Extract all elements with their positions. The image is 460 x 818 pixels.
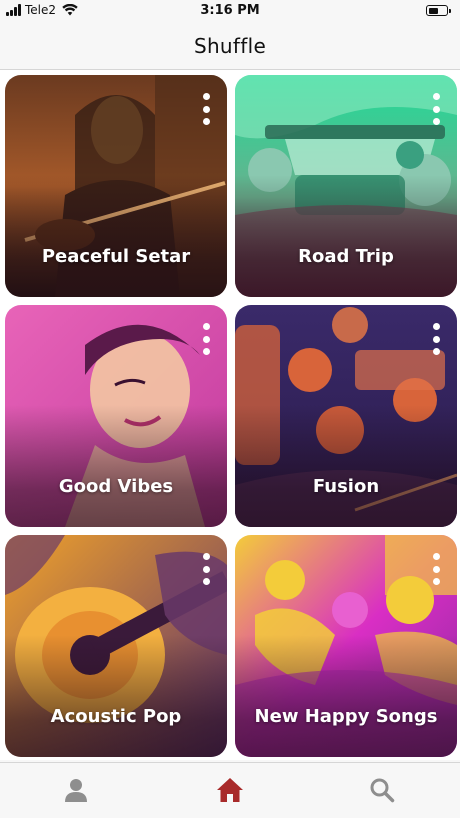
more-vertical-icon[interactable] — [431, 93, 441, 125]
card-shade — [5, 404, 227, 527]
playlist-title: Fusion — [312, 476, 380, 497]
playlist-title: Peaceful Setar — [41, 246, 191, 267]
person-icon — [65, 779, 87, 802]
more-vertical-icon[interactable] — [431, 323, 441, 355]
tab-profile[interactable] — [56, 775, 96, 805]
playlist-card-fusion[interactable]: Fusion — [235, 305, 457, 527]
tab-search[interactable] — [362, 775, 402, 805]
tab-home[interactable] — [210, 775, 250, 805]
playlist-card-good-vibes[interactable]: Good Vibes — [5, 305, 227, 527]
card-shade — [235, 174, 457, 297]
status-bar: Tele2 3:16 PM — [0, 0, 460, 22]
more-vertical-icon[interactable] — [431, 553, 441, 585]
status-time: 3:16 PM — [200, 3, 260, 18]
nav-bar: Shuffle — [0, 22, 460, 70]
playlist-card-new-happy-songs[interactable]: New Happy Songs — [235, 535, 457, 757]
playlist-card-acoustic-pop[interactable]: Acoustic Pop — [5, 535, 227, 757]
home-icon — [217, 778, 243, 802]
playlist-grid: Peaceful Setar Road Trip Good Vibes Fusi… — [0, 70, 460, 760]
card-shade — [235, 404, 457, 527]
search-icon — [370, 778, 395, 803]
playlist-title: Good Vibes — [58, 476, 174, 497]
page-title: Shuffle — [193, 34, 267, 58]
more-vertical-icon[interactable] — [201, 93, 211, 125]
card-shade — [235, 634, 457, 757]
playlist-card-road-trip[interactable]: Road Trip — [235, 75, 457, 297]
battery-icon — [426, 5, 451, 16]
playlist-title: Acoustic Pop — [50, 706, 182, 727]
playlist-card-peaceful-setar[interactable]: Peaceful Setar — [5, 75, 227, 297]
app-screen: Tele2 3:16 PM Shuffle Peaceful Setar Roa… — [0, 0, 460, 818]
more-vertical-icon[interactable] — [201, 553, 211, 585]
card-shade — [5, 174, 227, 297]
playlist-title: New Happy Songs — [254, 706, 438, 727]
more-vertical-icon[interactable] — [201, 323, 211, 355]
tab-bar — [0, 762, 460, 818]
card-shade — [5, 634, 227, 757]
playlist-title: Road Trip — [298, 246, 394, 267]
